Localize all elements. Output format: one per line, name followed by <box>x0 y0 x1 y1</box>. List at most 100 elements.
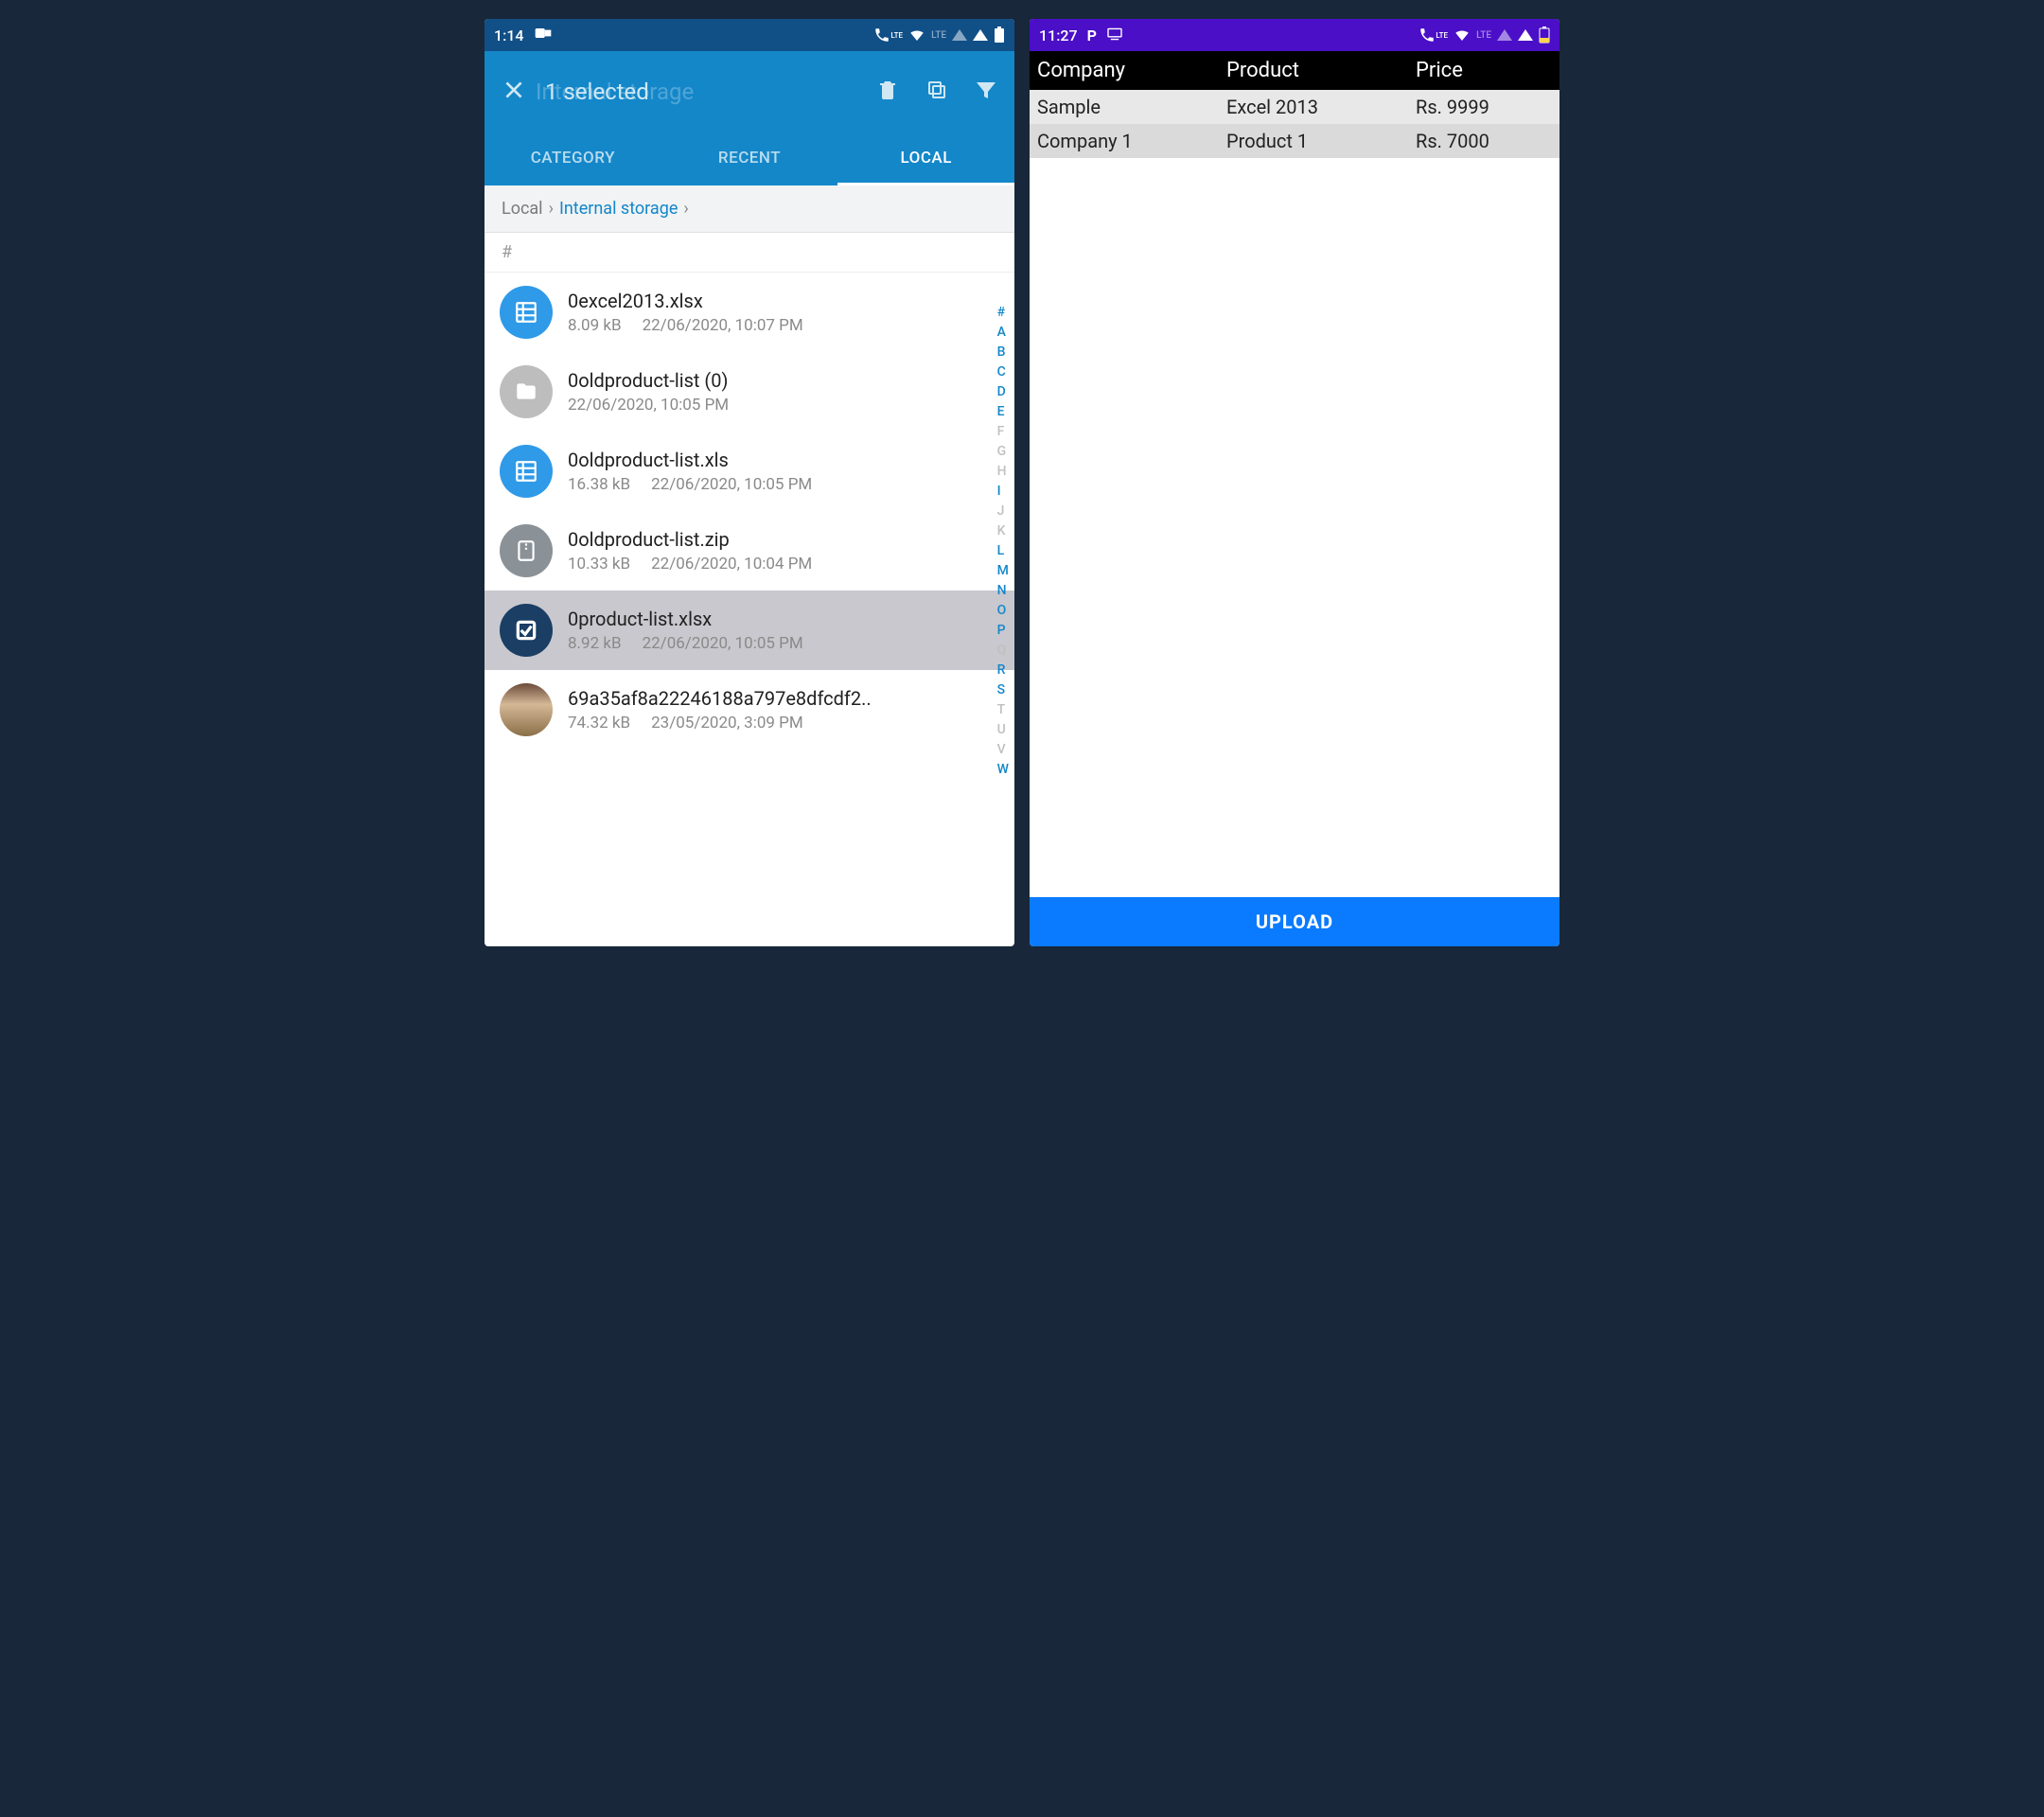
table-header: Company Product Price <box>1030 51 1559 90</box>
signal-icon-2 <box>973 29 988 41</box>
file-size: 8.09 kB <box>568 316 622 335</box>
index-letter[interactable]: V <box>997 740 1009 760</box>
file-size: 8.92 kB <box>568 634 622 653</box>
file-browser-screen: 1:14 LTE LTE Internal storage 1 selected <box>485 19 1014 946</box>
filter-icon[interactable] <box>975 79 997 105</box>
index-letter[interactable]: M <box>997 561 1009 581</box>
index-letter[interactable]: N <box>997 581 1009 601</box>
index-letter[interactable]: J <box>997 502 1009 521</box>
file-date: 22/06/2020, 10:05 PM <box>643 634 803 653</box>
cell-product: Excel 2013 <box>1226 96 1416 118</box>
file-row[interactable]: 0oldproduct-list.xls16.38 kB22/06/2020, … <box>485 432 1014 511</box>
index-letter[interactable]: W <box>997 760 1009 780</box>
breadcrumb-root[interactable]: Local <box>502 199 543 219</box>
lte-label: LTE <box>931 30 946 41</box>
index-letter[interactable]: B <box>997 343 1009 362</box>
signal-icon-2 <box>1518 29 1533 41</box>
chevron-right-icon: › <box>683 199 688 219</box>
col-product: Product <box>1226 59 1416 82</box>
chevron-right-icon: › <box>549 199 554 219</box>
status-time: 11:27 <box>1039 26 1078 44</box>
file-size: 74.32 kB <box>568 714 630 732</box>
wifi-icon <box>908 26 925 44</box>
index-letter[interactable]: Q <box>997 641 1009 661</box>
status-icons: LTE LTE <box>873 26 1005 44</box>
index-letter[interactable]: G <box>997 442 1009 462</box>
section-header: # <box>485 233 1014 273</box>
alpha-index[interactable]: #ABCDEFGHIJKLMNOPQRSTUVW <box>997 303 1009 780</box>
file-name: 0excel2013.xlsx <box>568 290 999 312</box>
table-row[interactable]: SampleExcel 2013Rs. 9999 <box>1030 90 1559 124</box>
index-letter[interactable]: H <box>997 462 1009 482</box>
file-date: 22/06/2020, 10:05 PM <box>568 396 729 415</box>
file-list[interactable]: 0excel2013.xlsx 8.09 kB 22/06/2020, 10:07 … <box>485 273 1014 946</box>
product-table-screen: 11:27 P LTE LTE Company Product Price Sa… <box>1030 19 1559 946</box>
xls-icon <box>500 445 553 498</box>
upload-button[interactable]: UPLOAD <box>1030 897 1559 946</box>
index-letter[interactable]: C <box>997 362 1009 382</box>
status-icons: LTE LTE <box>1418 26 1550 44</box>
check-icon <box>500 604 553 657</box>
index-letter[interactable]: F <box>997 422 1009 442</box>
cell-price: Rs. 7000 <box>1416 130 1552 152</box>
delete-icon[interactable] <box>876 79 899 105</box>
cell-product: Product 1 <box>1226 130 1416 152</box>
file-date: 22/06/2020, 10:07 PM <box>643 316 803 335</box>
file-row[interactable]: 0product-list.xlsx 8.92 kB 22/06/2020, 10:… <box>485 591 1014 670</box>
img-icon <box>500 683 553 736</box>
breadcrumb-current[interactable]: Internal storage <box>559 199 678 219</box>
col-price: Price <box>1416 59 1552 82</box>
index-letter[interactable]: S <box>997 680 1009 700</box>
index-letter[interactable]: P <box>997 621 1009 641</box>
file-name: 69a35af8a22246188a797e8dfcdf2.. <box>568 687 999 710</box>
tab-local[interactable]: LOCAL <box>837 132 1014 185</box>
col-company: Company <box>1037 59 1226 82</box>
status-bar: 11:27 P LTE LTE <box>1030 19 1559 51</box>
index-letter[interactable]: # <box>997 303 1009 323</box>
file-date: 22/06/2020, 10:05 PM <box>651 475 812 494</box>
xls-icon <box>500 286 553 339</box>
signal-icon <box>952 29 967 41</box>
index-letter[interactable]: U <box>997 720 1009 740</box>
file-row[interactable]: 0oldproduct-list.zip10.33 kB22/06/2020, … <box>485 511 1014 591</box>
outlook-icon <box>534 24 553 46</box>
index-letter[interactable]: T <box>997 700 1009 720</box>
index-letter[interactable]: E <box>997 402 1009 422</box>
battery-icon <box>1539 26 1550 44</box>
app-bar: Internal storage 1 selected <box>485 51 1014 132</box>
folder-icon <box>500 365 553 418</box>
breadcrumb[interactable]: Local › Internal storage › <box>485 185 1014 233</box>
call-lte-icon: LTE <box>1418 26 1448 44</box>
index-letter[interactable]: K <box>997 521 1009 541</box>
index-letter[interactable]: D <box>997 382 1009 402</box>
file-row[interactable]: 0oldproduct-list (0)22/06/2020, 10:05 PM <box>485 352 1014 432</box>
file-row[interactable]: 69a35af8a22246188a797e8dfcdf2..74.32 kB2… <box>485 670 1014 750</box>
appbar-title: Internal storage 1 selected <box>545 79 876 105</box>
index-letter[interactable]: O <box>997 601 1009 621</box>
cell-company: Sample <box>1037 96 1226 118</box>
copy-icon[interactable] <box>925 79 948 105</box>
index-letter[interactable]: A <box>997 323 1009 343</box>
file-name: 0oldproduct-list.xls <box>568 449 999 471</box>
tab-category[interactable]: CATEGORY <box>485 132 661 185</box>
index-letter[interactable]: I <box>997 482 1009 502</box>
file-row[interactable]: 0excel2013.xlsx 8.09 kB 22/06/2020, 10:07 … <box>485 273 1014 352</box>
signal-icon <box>1497 29 1512 41</box>
monitor-icon <box>1106 26 1123 44</box>
status-time: 1:14 <box>494 26 524 44</box>
file-name: 0product-list.xlsx <box>568 608 999 630</box>
cell-company: Company 1 <box>1037 130 1226 152</box>
call-lte-icon: LTE <box>873 26 903 44</box>
battery-icon <box>994 26 1005 44</box>
index-letter[interactable]: L <box>997 541 1009 561</box>
p-icon: P <box>1087 26 1097 44</box>
index-letter[interactable]: R <box>997 661 1009 680</box>
file-name: 0oldproduct-list.zip <box>568 528 999 551</box>
table-body: SampleExcel 2013Rs. 9999Company 1Product… <box>1030 90 1559 897</box>
tab-recent[interactable]: RECENT <box>661 132 838 185</box>
status-bar: 1:14 LTE LTE <box>485 19 1014 51</box>
zip-icon <box>500 524 553 577</box>
table-row[interactable]: Company 1Product 1Rs. 7000 <box>1030 124 1559 158</box>
tab-bar: CATEGORY RECENT LOCAL <box>485 132 1014 185</box>
file-date: 22/06/2020, 10:04 PM <box>651 555 812 573</box>
